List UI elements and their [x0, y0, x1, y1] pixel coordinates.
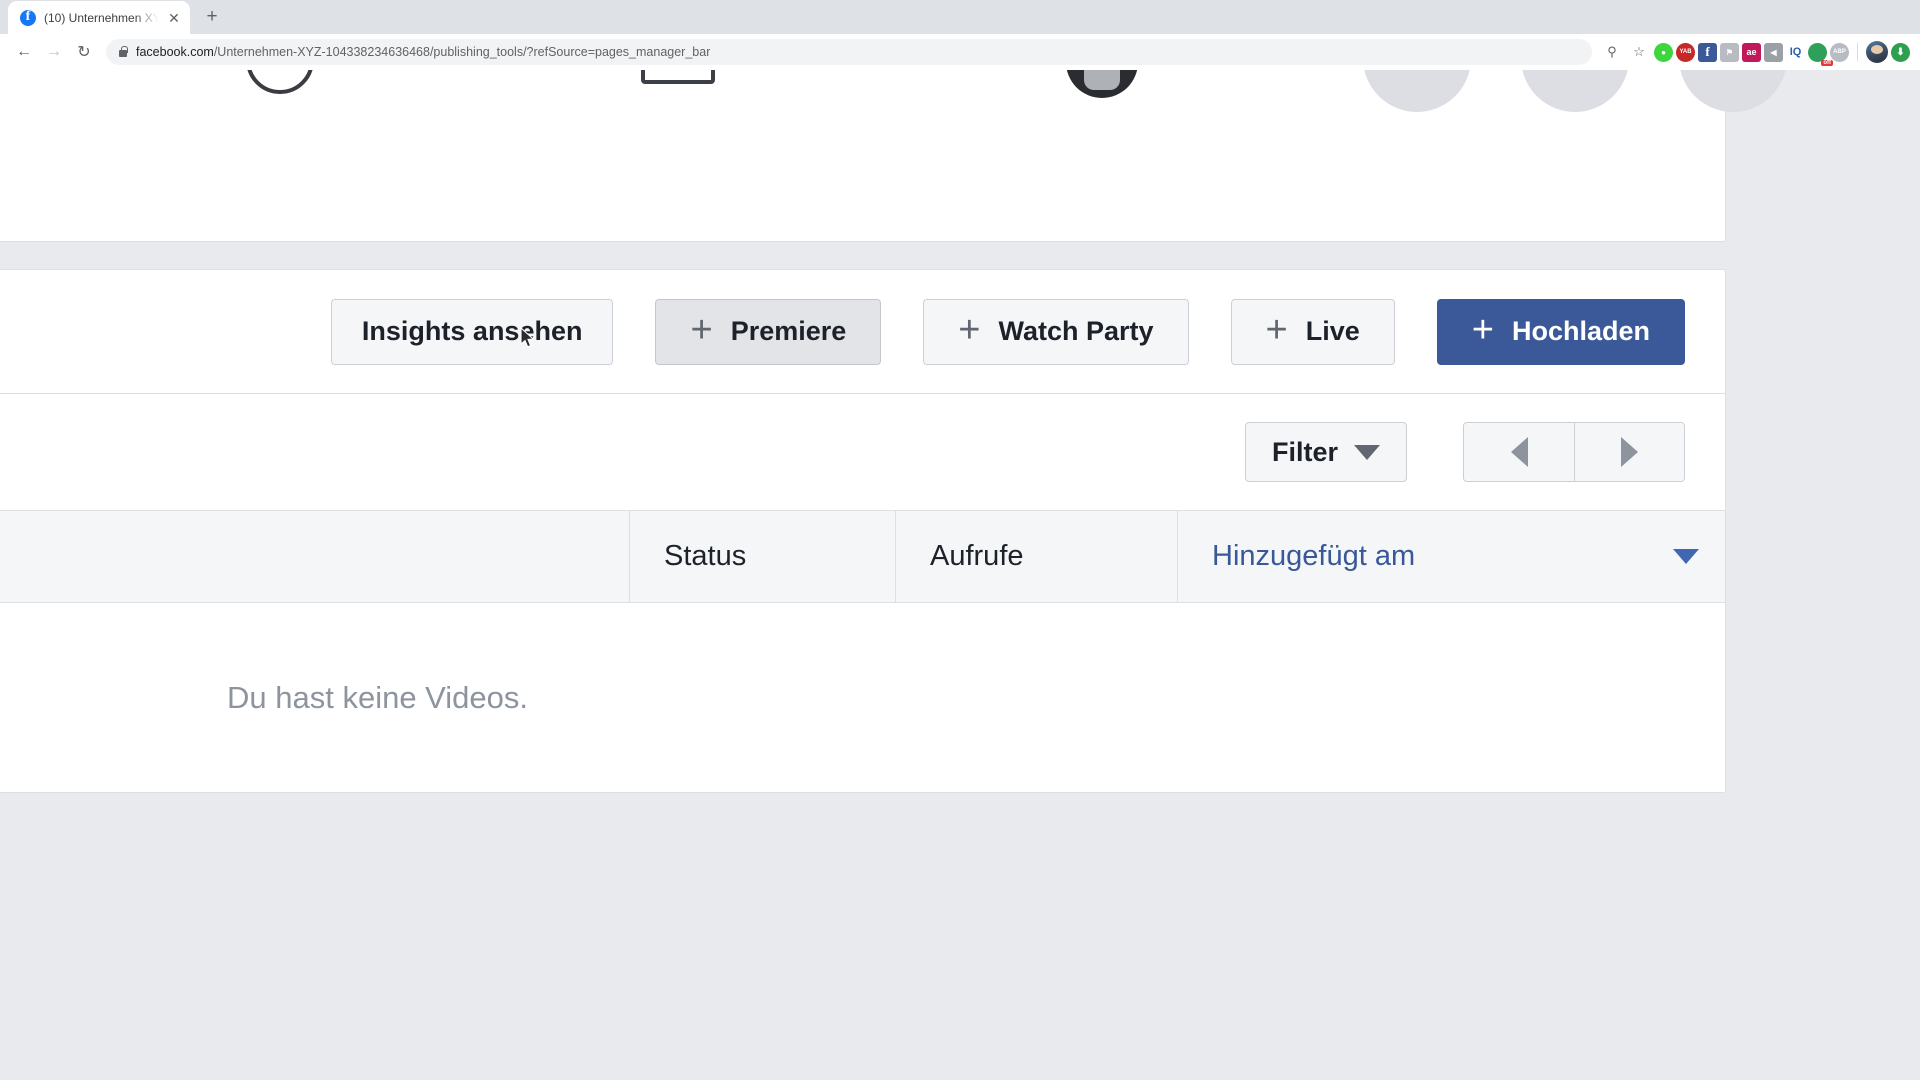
plus-icon: + — [1265, 308, 1288, 351]
premiere-button[interactable]: + Premiere — [655, 298, 882, 365]
plus-icon: + — [1471, 308, 1494, 351]
extension-ae-icon[interactable]: ae — [1742, 42, 1761, 62]
back-button[interactable]: ← — [10, 38, 38, 66]
extension-ghostery-off-icon[interactable]: off — [1808, 42, 1833, 66]
premiere-label: Premiere — [730, 316, 847, 346]
cut-off-placeholder-avatar-6 — [1679, 70, 1787, 112]
chevron-down-icon — [1354, 444, 1380, 460]
live-label: Live — [1305, 316, 1360, 346]
pagination-next-button[interactable] — [1574, 423, 1684, 481]
browser-toolbar: ← → ↻ facebook.com/Unternehmen-XYZ-10433… — [0, 34, 1920, 70]
url-text: facebook.com/Unternehmen-XYZ-10433823463… — [136, 45, 710, 59]
column-header-status[interactable]: Status — [629, 511, 895, 602]
column-header-views[interactable]: Aufrufe — [895, 511, 1177, 602]
facebook-favicon — [20, 8, 36, 26]
column-header-views-label: Aufrufe — [930, 540, 1024, 572]
sort-descending-icon — [1673, 549, 1699, 564]
upload-button[interactable]: + Hochladen — [1436, 298, 1685, 365]
chevron-left-icon — [1510, 437, 1528, 467]
video-actions-toolbar: Insights ansehen + Premiere + Watch Part… — [0, 270, 1725, 394]
column-header-title[interactable] — [0, 511, 629, 602]
browser-tab[interactable]: (10) Unternehmen XYZ | Faceb ✕ — [8, 1, 190, 34]
filter-label: Filter — [1271, 436, 1338, 467]
chevron-right-icon — [1621, 437, 1638, 467]
view-insights-label: Insights ansehen — [361, 316, 583, 346]
lock-icon — [118, 46, 128, 58]
zoom-search-icon[interactable]: ⚲ — [1600, 40, 1624, 64]
url-domain: facebook.com — [136, 45, 214, 59]
close-icon[interactable]: ✕ — [166, 10, 182, 26]
extension-abp-icon[interactable]: ABP — [1830, 42, 1849, 62]
toolbar-icon-group: ⚲ ☆ ● YAB f ⚑ ae ◀ IQ off ABP ⬇ — [1600, 40, 1910, 66]
tab-strip: (10) Unternehmen XYZ | Faceb ✕ + — [0, 0, 1920, 34]
column-header-added-on-label: Hinzugefügt am — [1212, 540, 1416, 572]
reload-button[interactable]: ↻ — [70, 38, 98, 66]
video-table-body: Du hast keine Videos. — [0, 603, 1725, 792]
browser-chrome: (10) Unternehmen XYZ | Faceb ✕ + ← → ↻ f… — [0, 0, 1920, 70]
extension-iq-icon[interactable]: IQ — [1786, 43, 1805, 62]
pagination-previous-button[interactable] — [1464, 423, 1574, 481]
tab-title: (10) Unternehmen XYZ | Faceb — [44, 10, 158, 25]
column-header-added-on[interactable]: Hinzugefügt am — [1177, 511, 1725, 602]
view-insights-button[interactable]: Insights ansehen — [330, 298, 614, 365]
upload-label: Hochladen — [1511, 316, 1650, 346]
extension-yab-icon[interactable]: YAB — [1676, 42, 1695, 62]
filter-dropdown-button[interactable]: Filter — [1244, 422, 1407, 482]
plus-icon: + — [690, 308, 713, 351]
extension-off-badge: off — [1821, 59, 1833, 66]
address-bar[interactable]: facebook.com/Unternehmen-XYZ-10433823463… — [106, 39, 1592, 65]
live-button[interactable]: + Live — [1230, 298, 1395, 365]
watch-party-button[interactable]: + Watch Party — [923, 298, 1189, 365]
pagination-controls — [1463, 422, 1685, 482]
page-header-card — [0, 70, 1787, 242]
chrome-update-menu-icon[interactable]: ⬇ — [1891, 42, 1910, 62]
publishing-tools-card: Insights ansehen + Premiere + Watch Part… — [0, 269, 1726, 793]
extension-facebook-icon[interactable]: f — [1698, 42, 1717, 62]
empty-state-message: Du hast keine Videos. — [227, 679, 529, 715]
extension-arrow-box-icon[interactable]: ◀ — [1764, 42, 1783, 62]
toolbar-separator — [1857, 43, 1858, 61]
extension-gray-flag-icon[interactable]: ⚑ — [1720, 42, 1739, 62]
watch-party-label: Watch Party — [998, 316, 1154, 346]
forward-button[interactable]: → — [40, 38, 68, 66]
cut-off-placeholder-avatar-4 — [1363, 70, 1471, 112]
cut-off-rect-icon-2 — [641, 70, 715, 84]
cut-off-placeholder-avatar-5 — [1521, 70, 1629, 112]
cut-off-avatar-icon-3 — [1066, 70, 1138, 98]
bookmark-star-icon[interactable]: ☆ — [1627, 40, 1651, 64]
filter-and-pagination-row: Filter — [0, 394, 1725, 511]
column-header-status-label: Status — [664, 540, 747, 572]
video-table-header: Status Aufrufe Hinzugefügt am — [0, 511, 1725, 603]
page-viewport: Insights ansehen + Premiere + Watch Part… — [0, 70, 1920, 1080]
cut-off-circle-icon-1 — [246, 70, 314, 94]
url-path: /Unternehmen-XYZ-104338234636468/publish… — [213, 45, 711, 59]
extension-green-leaf-icon[interactable]: ● — [1654, 42, 1673, 62]
plus-icon: + — [958, 308, 981, 351]
new-tab-button[interactable]: + — [198, 3, 226, 31]
cut-off-icon-row — [0, 70, 1787, 116]
profile-avatar[interactable] — [1866, 41, 1888, 63]
